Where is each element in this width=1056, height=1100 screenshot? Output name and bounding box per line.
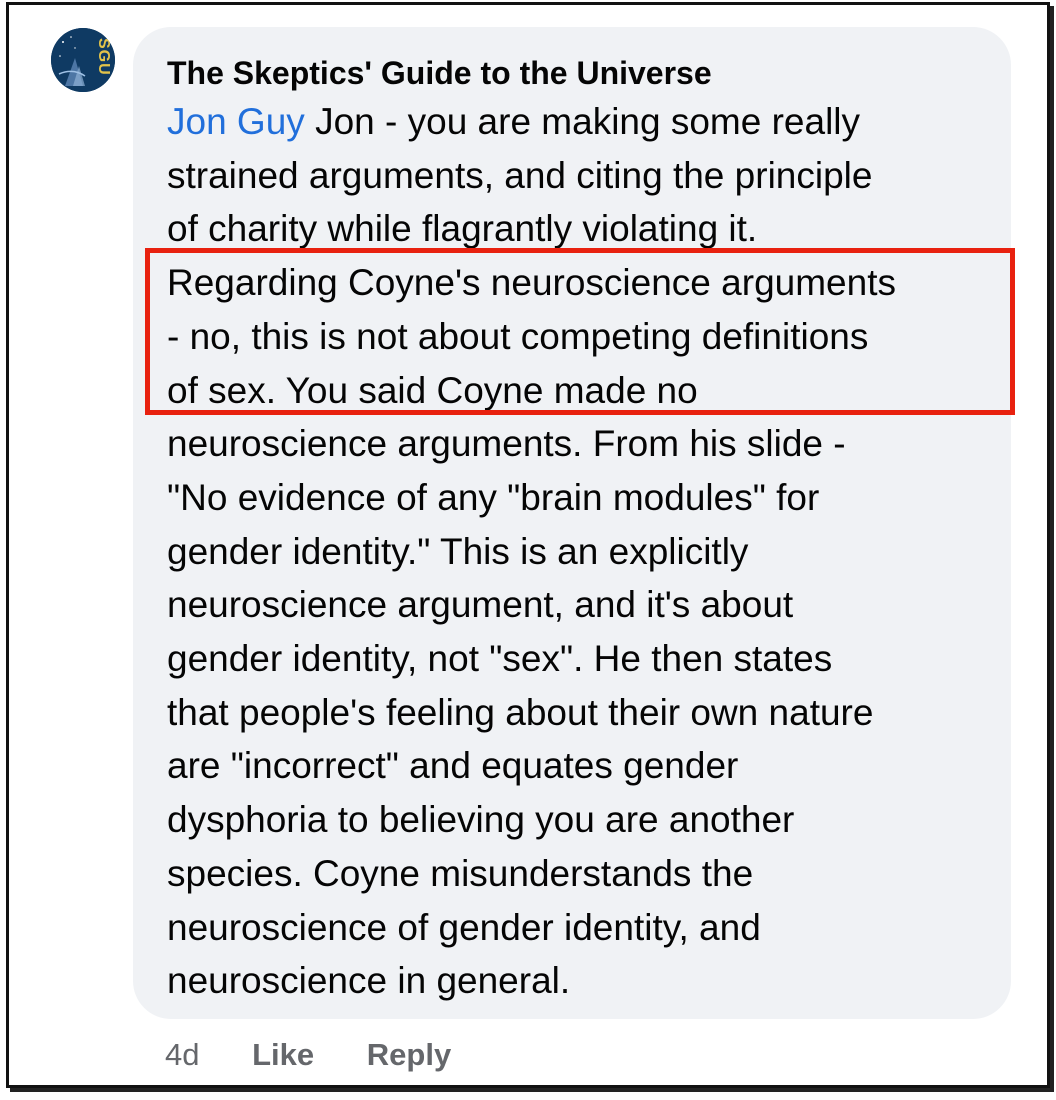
- highlight-annotation-box: [145, 248, 1015, 415]
- comment-line: that people's feeling about their own na…: [167, 691, 874, 733]
- screenshot-frame: SGU The Skeptics' Guide to the Universe …: [6, 2, 1050, 1088]
- comment-bubble: The Skeptics' Guide to the Universe Jon …: [133, 27, 1011, 1019]
- logo-text: SGU: [95, 38, 112, 76]
- comment-line: strained arguments, and citing the princ…: [167, 154, 873, 196]
- comment-line: neuroscience argument, and it's about: [167, 584, 794, 626]
- like-button[interactable]: Like: [252, 1035, 314, 1075]
- comment-author-name[interactable]: The Skeptics' Guide to the Universe: [167, 53, 712, 93]
- comment-line: gender identity, not "sex". He then stat…: [167, 638, 833, 680]
- skeptics-guide-logo-icon: SGU: [51, 28, 115, 92]
- comment-body: Jon Guy Jon - you are making some really…: [167, 95, 997, 1008]
- comment-line: gender identity." This is an explicitly: [167, 530, 749, 572]
- comment-line: neuroscience of gender identity, and: [167, 906, 761, 948]
- comment-line: neuroscience arguments. From his slide -: [167, 423, 846, 465]
- comment-text: Jon - you are making some really: [304, 101, 861, 142]
- comment-line: species. Coyne misunderstands the: [167, 852, 754, 894]
- reply-button[interactable]: Reply: [367, 1035, 451, 1075]
- comment-actions: 4d Like Reply: [165, 1035, 451, 1075]
- avatar[interactable]: SGU: [51, 28, 115, 92]
- comment-line: "No evidence of any "brain modules" for: [167, 476, 820, 518]
- comment-line: dysphoria to believing you are another: [167, 799, 795, 841]
- comment-timestamp[interactable]: 4d: [165, 1035, 199, 1075]
- comment-line: neuroscience in general.: [167, 960, 571, 1002]
- comment-line: are "incorrect" and equates gender: [167, 745, 739, 787]
- comment-line-1: Jon Guy Jon - you are making some really: [167, 95, 997, 149]
- mention-link[interactable]: Jon Guy: [167, 101, 305, 142]
